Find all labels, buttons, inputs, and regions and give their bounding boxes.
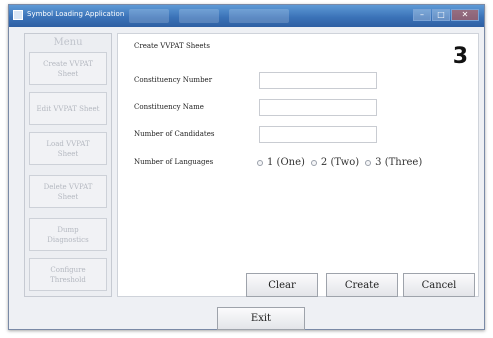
constituency-number-input[interactable] [259, 72, 377, 89]
menu-dump-diagnostics-button[interactable]: Dump Diagnostics [29, 218, 107, 251]
constituency-number-label: Constituency Number [134, 76, 213, 84]
languages-radio-group: 1 (One) 2 (Two) 3 (Three) [257, 157, 422, 168]
menu-edit-vvpat-sheet-button[interactable]: Edit VVPAT Sheet [29, 92, 107, 125]
radio-button[interactable] [365, 159, 372, 166]
constituency-name-label: Constituency Name [134, 103, 204, 111]
title-bar[interactable]: Symbol Loading Application – □ ✕ [9, 5, 484, 27]
menu-load-vvpat-sheet-button[interactable]: Load VVPAT Sheet [29, 132, 107, 165]
number-of-languages-label: Number of Languages [134, 158, 214, 166]
menu-title: Menu [53, 37, 83, 48]
radio-button[interactable] [310, 159, 317, 166]
cancel-button[interactable]: Cancel [403, 273, 475, 297]
language-option-one[interactable]: 1 (One) [257, 157, 305, 168]
radio-label: 3 (Three) [375, 157, 423, 168]
window-title: Symbol Loading Application [27, 10, 125, 18]
number-of-candidates-input[interactable] [259, 126, 377, 143]
radio-label: 2 (Two) [320, 157, 360, 168]
maximize-icon[interactable]: □ [432, 9, 450, 21]
form-title: Create VVPAT Sheets [134, 42, 210, 50]
menu-configure-threshold-button[interactable]: Configure Threshold [29, 258, 107, 291]
step-number: 3 [452, 44, 468, 69]
app-icon [13, 10, 23, 20]
close-icon[interactable]: ✕ [451, 9, 479, 21]
radio-button[interactable] [257, 159, 263, 166]
form-panel: Create VVPAT Sheets 3 Constituency Numbe… [117, 33, 479, 297]
radio-label: 1 (One) [267, 157, 305, 168]
menu-panel: Menu Create VVPAT Sheet Edit VVPAT Sheet… [24, 33, 112, 297]
menu-create-vvpat-sheet-button[interactable]: Create VVPAT Sheet [29, 52, 107, 85]
language-option-three[interactable]: 3 (Three) [365, 157, 422, 168]
create-button[interactable]: Create [326, 273, 398, 297]
clear-button[interactable]: Clear [246, 273, 318, 297]
application-window: Symbol Loading Application – □ ✕ Menu Cr… [8, 4, 485, 330]
titlebar-highlight [129, 9, 169, 23]
minimize-icon[interactable]: – [413, 9, 431, 21]
titlebar-highlight [179, 9, 219, 23]
language-option-two[interactable]: 2 (Two) [310, 157, 360, 168]
titlebar-highlight [229, 9, 289, 23]
constituency-name-input[interactable] [259, 99, 377, 116]
exit-button[interactable]: Exit [217, 307, 305, 330]
number-of-candidates-label: Number of Candidates [134, 130, 215, 138]
menu-delete-vvpat-sheet-button[interactable]: Delete VVPAT Sheet [29, 175, 107, 208]
